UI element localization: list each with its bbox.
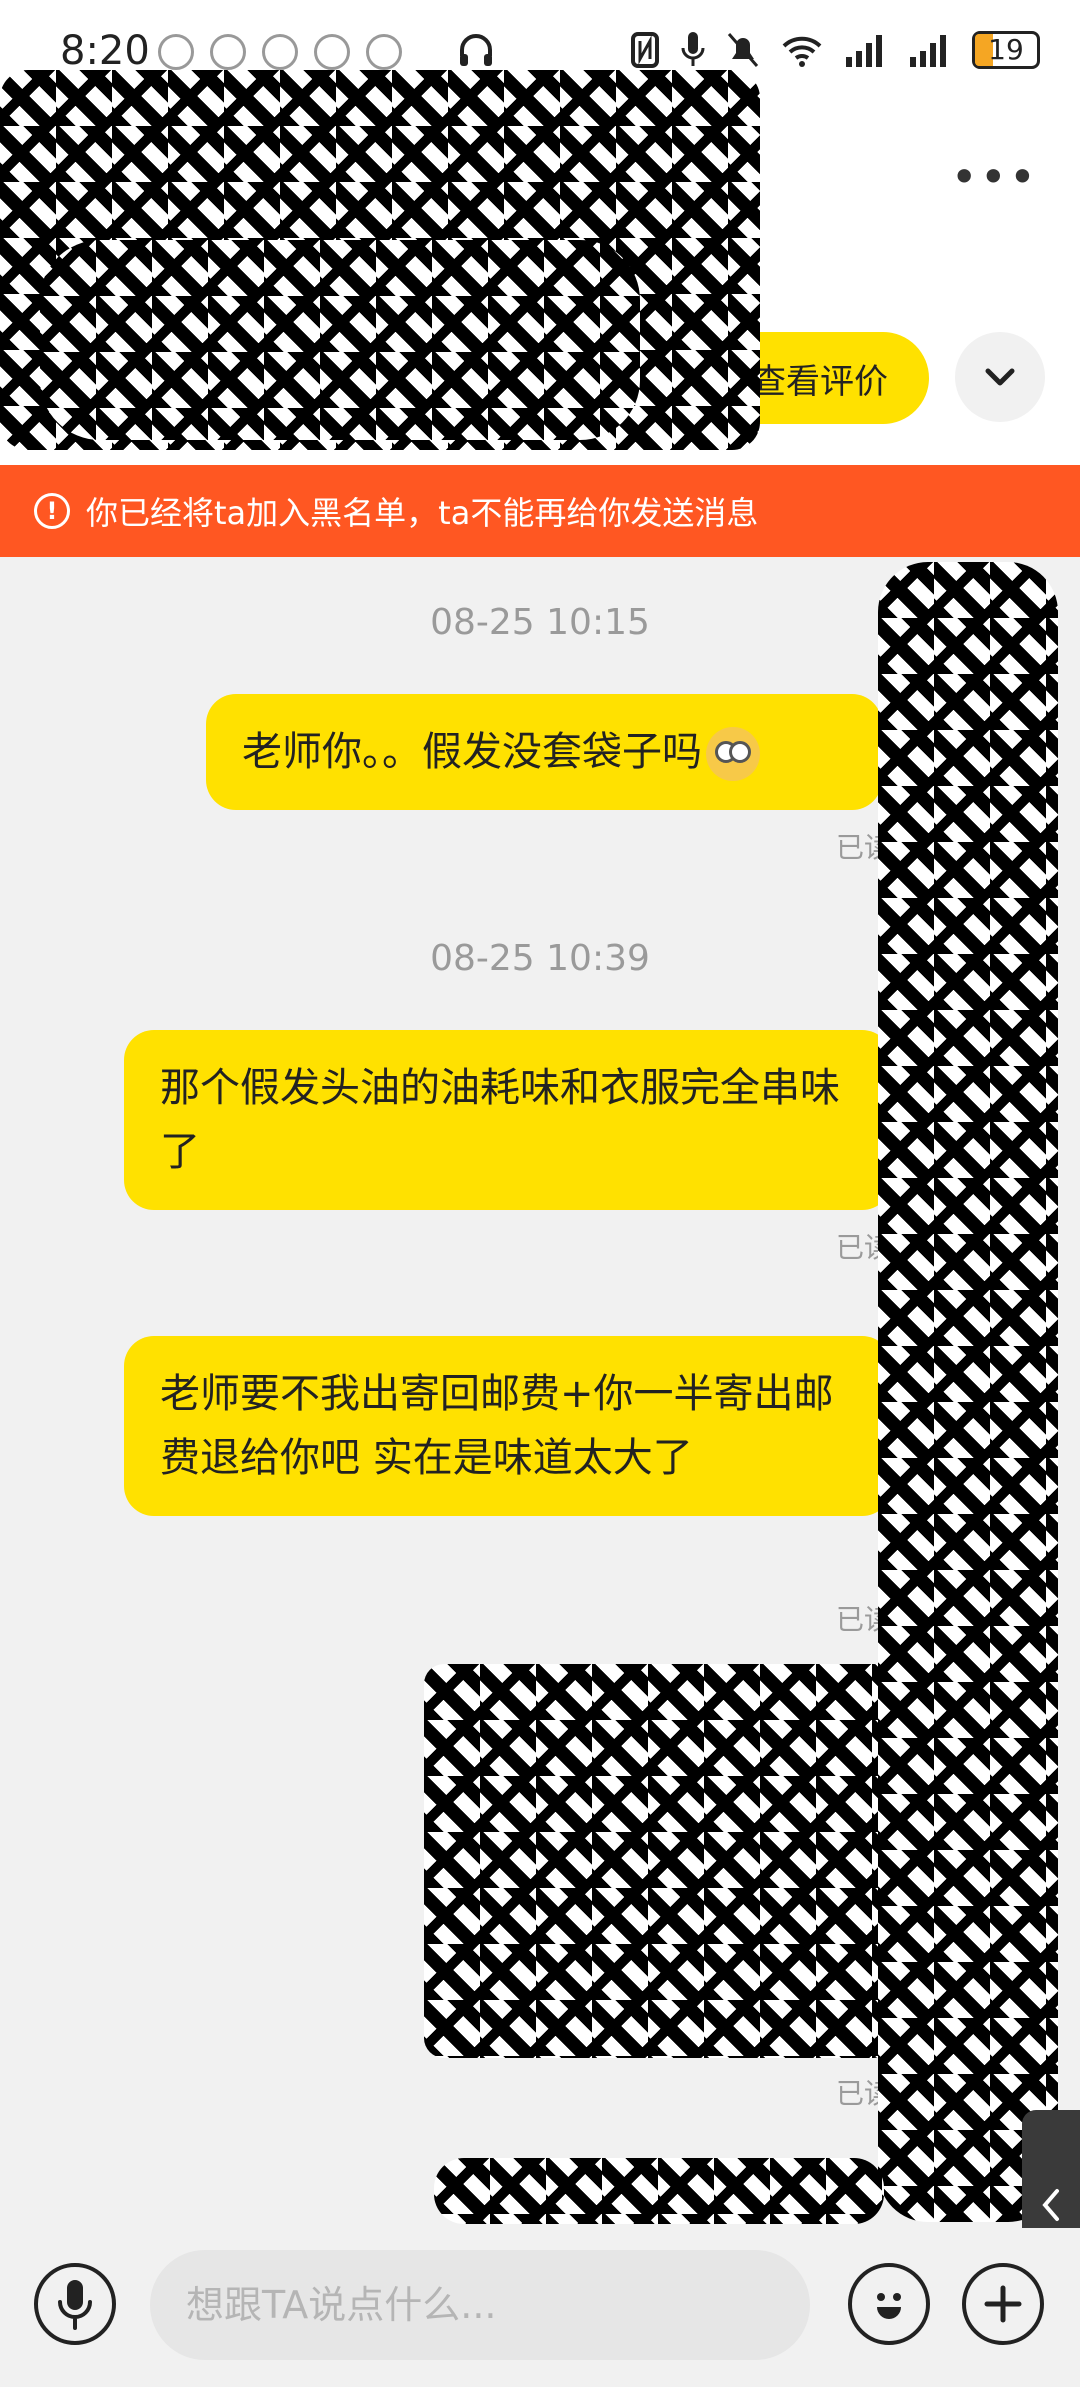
microphone-status-icon — [681, 32, 705, 66]
battery-indicator: 19 — [972, 31, 1040, 69]
app-notification-icon — [158, 34, 194, 70]
chevron-left-icon — [1042, 2189, 1059, 2221]
message-input[interactable] — [150, 2250, 810, 2360]
emoji-icon[interactable] — [848, 2263, 930, 2345]
app-notification-icon — [314, 34, 350, 70]
message-text: 那个假发头油的油耗味和衣服完全串味了 — [160, 1065, 840, 1175]
headphone-icon — [460, 34, 492, 66]
message-text: 老师要不我出寄回邮费+你一半寄出邮费退给你吧 实在是味道太大了 — [160, 1371, 834, 1481]
system-status-icons: 19 — [630, 30, 1040, 70]
banner-text: 你已经将ta加入黑名单，ta不能再给你发送消息 — [86, 494, 759, 532]
mute-icon — [727, 33, 759, 67]
chevron-down-icon[interactable] — [955, 332, 1045, 422]
message-bubble[interactable]: 那个假发头油的油耗味和衣服完全串味了 — [124, 1030, 892, 1210]
signal-icon-2 — [910, 35, 946, 67]
status-time: 8:20 — [60, 28, 150, 74]
redacted-avatar — [40, 240, 640, 440]
message-bubble[interactable]: 老师你。。假发没套袋子吗 — [206, 694, 882, 810]
app-notification-icon — [210, 34, 246, 70]
message-text: 老师你。。假发没套袋子吗 — [242, 729, 702, 775]
nfc-icon — [631, 32, 659, 68]
message-bubble[interactable]: 老师要不我出寄回邮费+你一半寄出邮费退给你吧 实在是味道太大了 — [124, 1336, 892, 1516]
notification-icons — [158, 34, 402, 70]
input-bar — [0, 2228, 1080, 2387]
more-icon[interactable]: ••• — [951, 150, 1038, 204]
plus-icon[interactable] — [962, 2263, 1044, 2345]
app-notification-icon — [366, 34, 402, 70]
redacted-image-message — [424, 1664, 894, 2058]
warning-icon: ! — [34, 493, 70, 529]
blacklist-banner: ! 你已经将ta加入黑名单，ta不能再给你发送消息 — [0, 465, 1080, 557]
microphone-icon[interactable] — [34, 2263, 116, 2345]
rolling-eyes-emoji-icon — [706, 727, 760, 781]
wifi-icon — [782, 36, 822, 67]
signal-icon — [846, 35, 882, 67]
redacted-footer-content — [434, 2158, 884, 2224]
redacted-sidebar-content — [878, 562, 1058, 2222]
app-notification-icon — [262, 34, 298, 70]
